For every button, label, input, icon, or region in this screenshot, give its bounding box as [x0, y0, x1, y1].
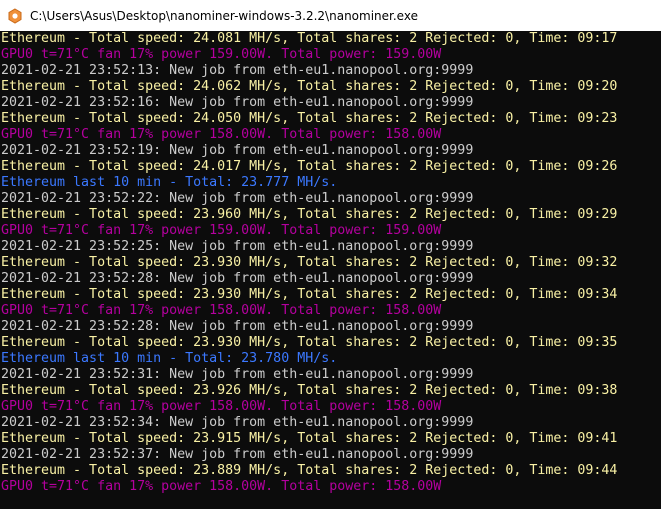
- console-line: GPU0 t=71°C fan 17% power 158.00W. Total…: [1, 303, 442, 318]
- console-line: 2021-02-21 23:52:19: New job from eth-eu…: [1, 143, 474, 158]
- console-line: Ethereum - Total speed: 23.915 MH/s, Tot…: [1, 431, 618, 446]
- console-line: 2021-02-21 23:52:25: New job from eth-eu…: [1, 239, 474, 254]
- console-line: 2021-02-21 23:52:37: New job from eth-eu…: [1, 447, 474, 462]
- console-window[interactable]: C:\Users\Asus\Desktop\nanominer-windows-…: [0, 0, 661, 509]
- console-line: Ethereum - Total speed: 23.930 MH/s, Tot…: [1, 335, 618, 350]
- console-line: Ethereum - Total speed: 23.889 MH/s, Tot…: [1, 463, 618, 478]
- console-output[interactable]: Ethereum - Total speed: 24.081 MH/s, Tot…: [0, 31, 661, 509]
- console-line: Ethereum - Total speed: 24.062 MH/s, Tot…: [1, 79, 618, 94]
- console-line: Ethereum - Total speed: 23.960 MH/s, Tot…: [1, 207, 618, 222]
- console-line: GPU0 t=71°C fan 17% power 159.00W. Total…: [1, 223, 442, 238]
- console-line: Ethereum - Total speed: 23.930 MH/s, Tot…: [1, 255, 618, 270]
- console-line: 2021-02-21 23:52:22: New job from eth-eu…: [1, 191, 474, 206]
- console-line: 2021-02-21 23:52:34: New job from eth-eu…: [1, 415, 474, 430]
- console-line: GPU0 t=71°C fan 17% power 159.00W. Total…: [1, 47, 442, 62]
- console-line: Ethereum - Total speed: 24.050 MH/s, Tot…: [1, 111, 618, 126]
- title-bar[interactable]: C:\Users\Asus\Desktop\nanominer-windows-…: [0, 0, 661, 31]
- console-line: 2021-02-21 23:52:16: New job from eth-eu…: [1, 95, 474, 110]
- console-line: Ethereum - Total speed: 24.081 MH/s, Tot…: [1, 31, 618, 46]
- nanominer-app-icon[interactable]: [7, 7, 23, 24]
- console-line: 2021-02-21 23:52:28: New job from eth-eu…: [1, 319, 474, 334]
- window-title: C:\Users\Asus\Desktop\nanominer-windows-…: [30, 8, 418, 23]
- console-line: 2021-02-21 23:52:31: New job from eth-eu…: [1, 367, 474, 382]
- console-line: GPU0 t=71°C fan 17% power 158.00W. Total…: [1, 127, 442, 142]
- console-line: GPU0 t=71°C fan 17% power 158.00W. Total…: [1, 399, 442, 414]
- console-line: Ethereum - Total speed: 23.930 MH/s, Tot…: [1, 287, 618, 302]
- console-line: Ethereum - Total speed: 23.926 MH/s, Tot…: [1, 383, 618, 398]
- console-line: 2021-02-21 23:52:13: New job from eth-eu…: [1, 63, 474, 78]
- console-line: Ethereum last 10 min - Total: 23.777 MH/…: [1, 175, 338, 190]
- console-line: Ethereum - Total speed: 24.017 MH/s, Tot…: [1, 159, 618, 174]
- console-line: GPU0 t=71°C fan 17% power 158.00W. Total…: [1, 479, 442, 494]
- console-line: 2021-02-21 23:52:28: New job from eth-eu…: [1, 271, 474, 286]
- console-line: Ethereum last 10 min - Total: 23.780 MH/…: [1, 351, 338, 366]
